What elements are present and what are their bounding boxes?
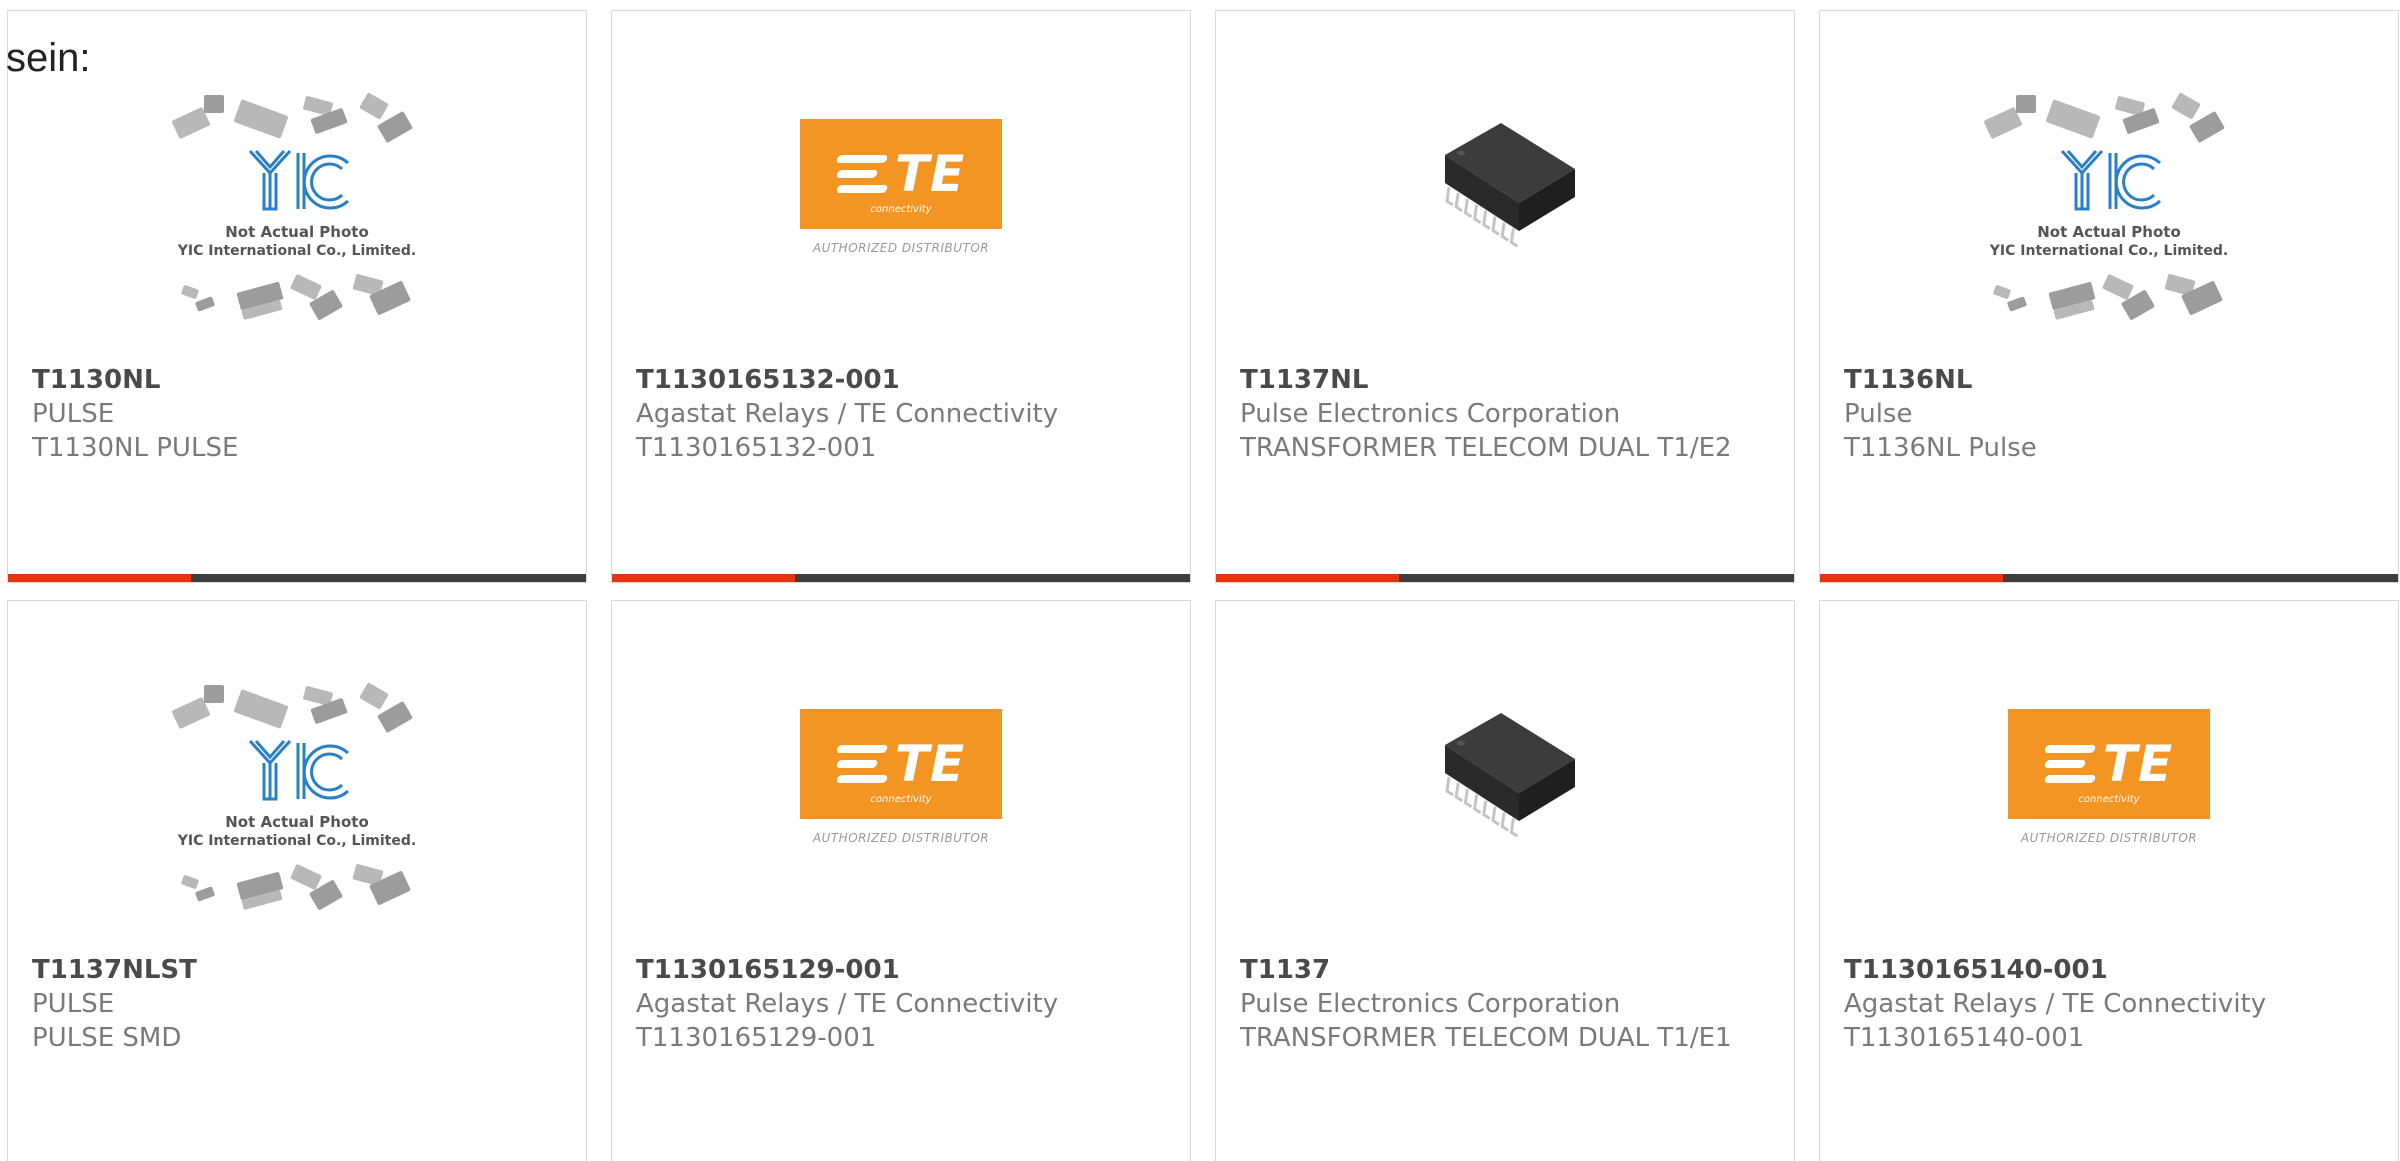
- manufacturer: Pulse: [1844, 399, 1913, 429]
- te-connectivity-logo: TE connectivity AUTHORIZED DISTRIBUTOR: [800, 709, 1002, 845]
- te-logo-text: TE: [894, 145, 966, 203]
- part-number[interactable]: T1130165129-001: [636, 953, 1160, 987]
- product-image[interactable]: TE connectivity AUTHORIZED DISTRIBUTOR: [612, 681, 1190, 941]
- product-card[interactable]: Not Actual Photo YIC International Co., L…: [1819, 10, 2399, 583]
- part-number[interactable]: T1130NL: [32, 363, 556, 397]
- description: PULSE SMD: [32, 1023, 182, 1053]
- te-logo-caption: AUTHORIZED DISTRIBUTOR: [2020, 831, 2198, 845]
- description: T1136NL Pulse: [1844, 433, 2037, 463]
- card-bar-accent: [8, 574, 191, 582]
- manufacturer: PULSE: [32, 989, 115, 1019]
- product-image[interactable]: TE connectivity AUTHORIZED DISTRIBUTOR: [612, 91, 1190, 351]
- description: T1130165129-001: [636, 1023, 877, 1053]
- te-logo-text: TE: [894, 735, 966, 793]
- te-connectivity-logo: TE connectivity AUTHORIZED DISTRIBUTOR: [800, 119, 1002, 255]
- product-image[interactable]: [1216, 681, 1794, 941]
- te-logo-text: TE: [2102, 735, 2174, 793]
- product-image[interactable]: TE connectivity AUTHORIZED DISTRIBUTOR: [1820, 681, 2398, 941]
- te-logo-caption: AUTHORIZED DISTRIBUTOR: [812, 241, 990, 255]
- te-logo-subtext: connectivity: [870, 794, 932, 805]
- card-progress-bar: [1820, 574, 2398, 582]
- card-progress-bar: [1216, 574, 1794, 582]
- description: T1130NL PULSE: [32, 433, 239, 463]
- product-image[interactable]: Not Actual Photo YIC International Co., L…: [8, 681, 586, 941]
- placeholder-line1: Not Actual Photo: [2037, 223, 2181, 241]
- placeholder-line2: YIC International Co., Limited.: [177, 243, 416, 259]
- product-card[interactable]: Not Actual Photo YIC International Co., L…: [7, 600, 587, 1161]
- description: TRANSFORMER TELECOM DUAL T1/E1: [1240, 1023, 1732, 1053]
- te-logo-subtext: connectivity: [870, 204, 932, 215]
- manufacturer: Agastat Relays / TE Connectivity: [636, 989, 1059, 1019]
- card-bar-accent: [1216, 574, 1399, 582]
- yic-placeholder-image: Not Actual Photo YIC International Co., L…: [172, 92, 416, 320]
- description: T1130165140-001: [1844, 1023, 2085, 1053]
- smd-transformer-image: [1445, 123, 1575, 248]
- manufacturer: Agastat Relays / TE Connectivity: [636, 399, 1059, 429]
- placeholder-line2: YIC International Co., Limited.: [1989, 243, 2228, 259]
- product-card[interactable]: TE connectivity AUTHORIZED DISTRIBUTOR T…: [611, 600, 1191, 1161]
- part-number[interactable]: T1137: [1240, 953, 1764, 987]
- card-bar-accent: [1820, 574, 2003, 582]
- part-number[interactable]: T1136NL: [1844, 363, 2368, 397]
- page-heading: sein:: [6, 36, 91, 80]
- description: TRANSFORMER TELECOM DUAL T1/E2: [1240, 433, 1732, 463]
- te-logo-subtext: connectivity: [2078, 794, 2140, 805]
- product-card[interactable]: TE connectivity AUTHORIZED DISTRIBUTOR T…: [611, 10, 1191, 583]
- manufacturer: Agastat Relays / TE Connectivity: [1844, 989, 2267, 1019]
- description: T1130165132-001: [636, 433, 877, 463]
- product-image[interactable]: [1216, 91, 1794, 351]
- card-bar-accent: [612, 574, 795, 582]
- placeholder-line1: Not Actual Photo: [225, 223, 369, 241]
- part-number[interactable]: T1130165132-001: [636, 363, 1160, 397]
- product-card[interactable]: T1137NL Pulse Electronics Corporation TR…: [1215, 10, 1795, 583]
- placeholder-line1: Not Actual Photo: [225, 813, 369, 831]
- product-image[interactable]: Not Actual Photo YIC International Co., L…: [8, 91, 586, 351]
- manufacturer: Pulse Electronics Corporation: [1240, 399, 1621, 429]
- card-progress-bar: [612, 574, 1190, 582]
- part-number[interactable]: T1130165140-001: [1844, 953, 2368, 987]
- product-image[interactable]: Not Actual Photo YIC International Co., L…: [1820, 91, 2398, 351]
- product-card[interactable]: Not Actual Photo YIC International Co., L…: [7, 10, 587, 583]
- manufacturer: PULSE: [32, 399, 115, 429]
- placeholder-line2: YIC International Co., Limited.: [177, 833, 416, 849]
- te-logo-caption: AUTHORIZED DISTRIBUTOR: [812, 831, 990, 845]
- yic-placeholder-image: Not Actual Photo YIC International Co., L…: [172, 682, 416, 910]
- te-connectivity-logo: TE connectivity AUTHORIZED DISTRIBUTOR: [2008, 709, 2210, 845]
- yic-placeholder-image: Not Actual Photo YIC International Co., L…: [1984, 92, 2228, 320]
- part-number[interactable]: T1137NL: [1240, 363, 1764, 397]
- card-progress-bar: [8, 574, 586, 582]
- product-card[interactable]: TE connectivity AUTHORIZED DISTRIBUTOR T…: [1819, 600, 2399, 1161]
- part-number[interactable]: T1137NLST: [32, 953, 556, 987]
- product-card[interactable]: T1137 Pulse Electronics Corporation TRAN…: [1215, 600, 1795, 1161]
- smd-transformer-image: [1445, 713, 1575, 838]
- manufacturer: Pulse Electronics Corporation: [1240, 989, 1621, 1019]
